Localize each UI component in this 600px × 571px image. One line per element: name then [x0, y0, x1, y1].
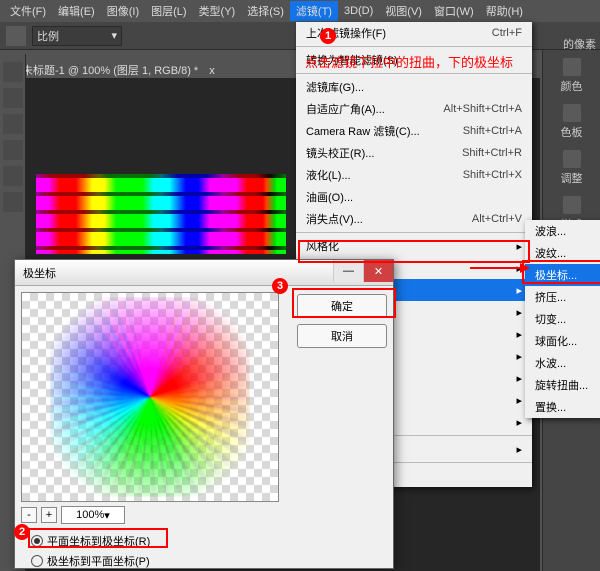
- zoom-out-button[interactable]: -: [21, 507, 37, 523]
- submenu-item[interactable]: 水波...: [525, 352, 600, 374]
- panel-label: 色板: [561, 124, 583, 140]
- menu-item[interactable]: 镜头校正(R)...Shift+Ctrl+R: [296, 142, 532, 164]
- tool-icon[interactable]: [3, 62, 23, 82]
- submenu-item[interactable]: 波纹...: [525, 242, 600, 264]
- panel-label: 调整: [561, 170, 583, 186]
- dialog-preview[interactable]: [21, 292, 279, 502]
- menu-bar: 文件(F) 编辑(E) 图像(I) 图层(L) 类型(Y) 选择(S) 滤镜(T…: [0, 0, 600, 22]
- scale-label: 比例: [37, 28, 59, 44]
- dialog-title: 极坐标: [23, 265, 56, 281]
- panel-swatches[interactable]: 色板: [547, 104, 596, 140]
- submenu-item[interactable]: 旋转扭曲...: [525, 374, 600, 396]
- menu-filter[interactable]: 滤镜(T): [290, 1, 338, 21]
- tool-icon[interactable]: [3, 166, 23, 186]
- chevron-down-icon: ▾: [111, 29, 117, 42]
- panel-adjust[interactable]: 调整: [547, 150, 596, 186]
- submenu-item-polar[interactable]: 极坐标...: [525, 264, 600, 286]
- preview-artwork: [50, 297, 250, 497]
- tool-icon[interactable]: [3, 88, 23, 108]
- ok-button[interactable]: 确定: [297, 294, 387, 318]
- annotation-number-3: 3: [272, 278, 288, 294]
- document-tab-label: 未标题-1 @ 100% (图层 1, RGB/8) *: [22, 65, 198, 77]
- polar-dialog: 极坐标 — ✕ - + 100% ▾ 确定 取消 平面坐标到极坐标(R) 极坐标…: [14, 259, 394, 569]
- menu-edit[interactable]: 编辑(E): [52, 1, 101, 21]
- styles-icon: [563, 196, 581, 214]
- tool-icon[interactable]: [3, 192, 23, 212]
- tool-icon[interactable]: [3, 114, 23, 134]
- radio-icon: [31, 535, 43, 547]
- menu-view[interactable]: 视图(V): [379, 1, 428, 21]
- menu-item[interactable]: 消失点(V)...Alt+Ctrl+V: [296, 208, 532, 230]
- menu-item[interactable]: Camera Raw 滤镜(C)...Shift+Ctrl+A: [296, 120, 532, 142]
- submenu-item[interactable]: 球面化...: [525, 330, 600, 352]
- zoom-controls: - + 100% ▾: [21, 506, 125, 524]
- menu-window[interactable]: 窗口(W): [428, 1, 480, 21]
- tool-preset-icon[interactable]: [6, 26, 26, 46]
- submenu-item[interactable]: 置换...: [525, 396, 600, 418]
- close-icon[interactable]: ✕: [363, 260, 393, 282]
- menu-file[interactable]: 文件(F): [4, 1, 52, 21]
- minimize-icon[interactable]: —: [333, 260, 363, 282]
- menu-item[interactable]: 自适应广角(A)...Alt+Shift+Ctrl+A: [296, 98, 532, 120]
- menu-layer[interactable]: 图层(L): [145, 1, 192, 21]
- annotation-number-1: 1: [320, 28, 336, 44]
- zoom-in-button[interactable]: +: [41, 507, 57, 523]
- panel-label: 颜色: [561, 78, 583, 94]
- zoom-value[interactable]: 100% ▾: [61, 506, 125, 524]
- artwork-preview: [36, 174, 286, 254]
- scale-dropdown[interactable]: 比例 ▾: [32, 26, 122, 46]
- close-icon[interactable]: x: [209, 65, 215, 77]
- submenu-item[interactable]: 挤压...: [525, 286, 600, 308]
- adjust-icon: [563, 150, 581, 168]
- annotation-number-2: 2: [14, 524, 30, 540]
- dialog-window-controls: — ✕: [333, 260, 393, 282]
- panel-color[interactable]: 颜色: [547, 58, 596, 94]
- menu-item-stylize[interactable]: 风格化: [296, 235, 532, 257]
- submenu-item[interactable]: 切变...: [525, 308, 600, 330]
- menu-help[interactable]: 帮助(H): [480, 1, 529, 21]
- menu-select[interactable]: 选择(S): [241, 1, 290, 21]
- menu-3d[interactable]: 3D(D): [338, 3, 379, 19]
- menu-item[interactable]: 油画(O)...: [296, 186, 532, 208]
- radio-icon: [31, 555, 43, 567]
- cancel-button[interactable]: 取消: [297, 324, 387, 348]
- menu-image[interactable]: 图像(I): [101, 1, 145, 21]
- radio-group: 平面坐标到极坐标(R) 极坐标到平面坐标(P): [31, 533, 150, 569]
- distort-submenu: 波浪... 波纹... 极坐标... 挤压... 切变... 球面化... 水波…: [525, 220, 600, 418]
- color-icon: [563, 58, 581, 76]
- menu-item[interactable]: 滤镜库(G)...: [296, 76, 532, 98]
- document-tab[interactable]: 未标题-1 @ 100% (图层 1, RGB/8) * x: [22, 62, 215, 78]
- menu-item[interactable]: 液化(L)...Shift+Ctrl+X: [296, 164, 532, 186]
- radio-rect-to-polar[interactable]: 平面坐标到极坐标(R): [31, 533, 150, 549]
- tool-icon[interactable]: [3, 140, 23, 160]
- swatches-icon: [563, 104, 581, 122]
- submenu-item[interactable]: 波浪...: [525, 220, 600, 242]
- annotation-arrow: [470, 262, 530, 274]
- annotation-text: 点击滤镜下拉中的扭曲，下的极坐标: [305, 52, 513, 71]
- radio-polar-to-rect[interactable]: 极坐标到平面坐标(P): [31, 553, 150, 569]
- menu-type[interactable]: 类型(Y): [193, 1, 242, 21]
